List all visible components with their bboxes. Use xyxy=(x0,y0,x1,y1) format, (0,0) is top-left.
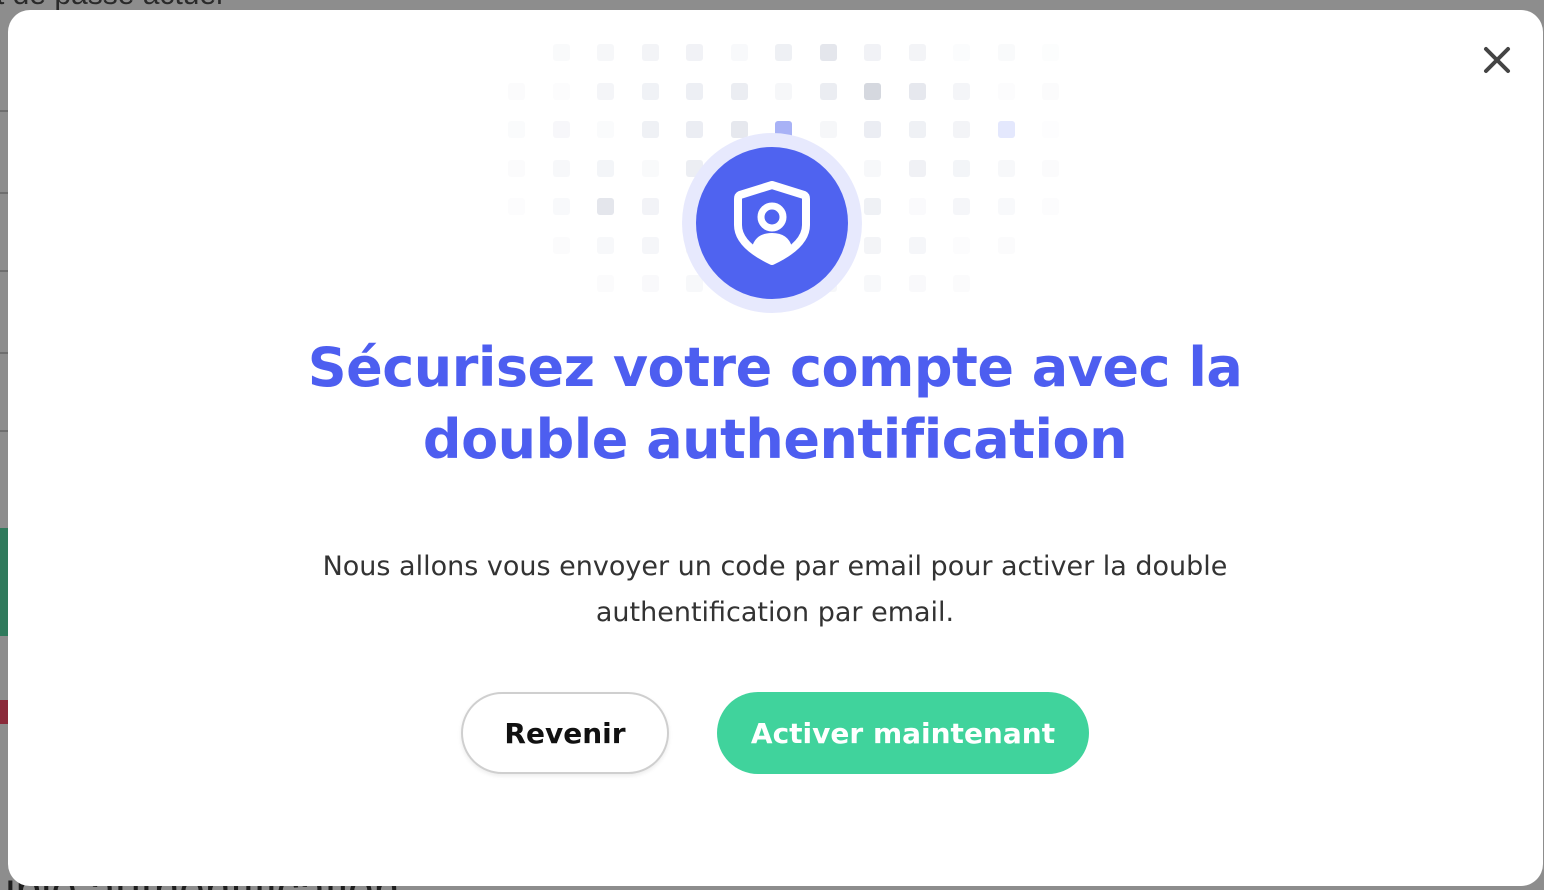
grid-dot xyxy=(864,198,881,215)
grid-dot xyxy=(552,159,570,177)
grid-dot xyxy=(730,121,748,138)
grid-dot xyxy=(641,121,659,138)
grid-dot xyxy=(597,44,614,61)
grid-dot xyxy=(641,236,659,254)
grid-dot xyxy=(819,44,837,61)
grid-dot xyxy=(953,44,970,61)
grid-dot xyxy=(1042,198,1059,215)
grid-dot xyxy=(997,159,1015,177)
grid-dot xyxy=(552,82,570,100)
grid-dot xyxy=(864,82,881,100)
grid-dot xyxy=(597,82,614,100)
grid-dot xyxy=(908,198,926,215)
grid-dot xyxy=(953,159,970,177)
grid-dot xyxy=(686,44,703,61)
grid-dot xyxy=(597,121,614,138)
grid-dot xyxy=(997,82,1015,100)
grid-dot xyxy=(864,275,881,292)
grid-dot xyxy=(864,44,881,61)
grid-dot xyxy=(775,44,792,61)
grid-dot xyxy=(1042,82,1059,100)
grid-dot xyxy=(908,82,926,100)
grid-dot xyxy=(997,236,1015,254)
grid-dot xyxy=(908,121,926,138)
grid-dot xyxy=(508,82,525,100)
grid-dot xyxy=(775,82,792,100)
grid-dot xyxy=(953,236,970,254)
grid-dot xyxy=(508,121,525,138)
grid-dot xyxy=(864,159,881,177)
close-icon xyxy=(1484,47,1510,73)
two-factor-modal: Sécurisez votre compte avec la double au… xyxy=(8,10,1543,886)
grid-dot xyxy=(552,236,570,254)
grid-dot xyxy=(552,198,570,215)
modal-title: Sécurisez votre compte avec la double au… xyxy=(307,336,1243,471)
grid-dot xyxy=(908,159,926,177)
grid-dot xyxy=(597,159,614,177)
grid-dot xyxy=(819,82,837,100)
shield-badge xyxy=(696,147,848,299)
grid-dot xyxy=(641,275,659,292)
grid-dot xyxy=(641,198,659,215)
grid-dot xyxy=(730,82,748,100)
activate-now-button[interactable]: Activer maintenant xyxy=(717,692,1089,774)
grid-dot xyxy=(819,121,837,138)
grid-dot xyxy=(597,275,614,292)
grid-dot xyxy=(552,121,570,138)
grid-dot xyxy=(1042,121,1059,138)
grid-dot xyxy=(953,275,970,292)
grid-dot xyxy=(641,82,659,100)
grid-dot xyxy=(508,159,525,177)
grid-dot xyxy=(597,236,614,254)
grid-dot xyxy=(686,82,703,100)
back-button[interactable]: Revenir xyxy=(461,692,669,774)
grid-dot xyxy=(1042,44,1059,61)
grid-dot xyxy=(864,236,881,254)
grid-dot xyxy=(1042,159,1059,177)
grid-dot xyxy=(641,159,659,177)
grid-dot xyxy=(730,44,748,61)
grid-dot xyxy=(864,121,881,138)
grid-dot xyxy=(908,275,926,292)
close-button[interactable] xyxy=(1482,45,1512,75)
grid-dot xyxy=(908,236,926,254)
shield-user-icon xyxy=(734,181,810,265)
grid-dot xyxy=(552,44,570,61)
grid-dot xyxy=(908,44,926,61)
grid-dot xyxy=(997,44,1015,61)
grid-dot xyxy=(997,198,1015,215)
grid-dot xyxy=(597,198,614,215)
grid-dot xyxy=(997,121,1015,138)
grid-dot xyxy=(953,198,970,215)
grid-dot xyxy=(953,82,970,100)
modal-description: Nous allons vous envoyer un code par ema… xyxy=(322,551,1228,628)
grid-dot xyxy=(508,198,525,215)
grid-dot xyxy=(953,121,970,138)
grid-dot xyxy=(686,121,703,138)
grid-dot xyxy=(641,44,659,61)
